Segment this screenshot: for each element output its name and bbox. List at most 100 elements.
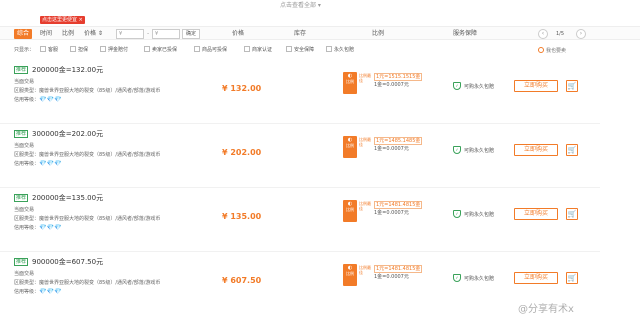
filter-option-label: 客服: [48, 47, 59, 53]
cart-icon[interactable]: 🛒: [566, 144, 578, 156]
promo-badge[interactable]: 点击这里更便宜 ×: [40, 16, 85, 24]
ratio-yuan-to-gold: 1元=1485.1485金: [374, 137, 423, 145]
buy-now-button[interactable]: 立即购买: [514, 208, 558, 220]
listing-price: ¥ 607.50: [222, 276, 262, 285]
listing-price: ¥ 132.00: [222, 84, 262, 93]
tab-default[interactable]: 综合: [14, 29, 33, 39]
recommend-tag: 推荐: [14, 258, 29, 266]
checkbox[interactable]: [40, 46, 46, 52]
prev-page-button[interactable]: ‹: [538, 29, 548, 39]
ratio-badge: ◐ 比例: [343, 72, 357, 94]
tab-price-sort[interactable]: 价格 ⇕: [84, 29, 103, 39]
ratio-badge-label: 比例: [346, 79, 354, 84]
shield-icon: ✓: [453, 274, 461, 282]
shield-icon: ✓: [453, 210, 461, 218]
region-type: 区服类型：魔兽世界亚服大地的裂变（85级）/通风者/部落/游戏币: [14, 152, 161, 158]
listing-row: 推荐 200000金=132.00元 当面交易 区服类型：魔兽世界亚服大地的裂变…: [0, 62, 600, 124]
filter-option[interactable]: 担保: [70, 46, 88, 54]
sort-bar: 综合 时间 比例 价格 ⇕ ¥ - ¥ 确定 价格 库存 比例 服务保障 ‹ 1…: [0, 26, 640, 40]
listing-title[interactable]: 900000金=607.50元: [32, 257, 103, 267]
listing-price: ¥ 202.00: [222, 148, 262, 157]
next-page-button[interactable]: ›: [576, 29, 586, 39]
ratio-gold-to-yuan: 1金=0.0007元: [374, 274, 409, 280]
checkbox[interactable]: [286, 46, 292, 52]
listing-row: 推荐 300000金=202.00元 当面交易 区服类型：魔兽世界亚服大地的裂变…: [0, 126, 600, 188]
sell-link[interactable]: 我也要卖: [538, 47, 566, 55]
column-stock: 库存: [294, 30, 307, 37]
tab-time[interactable]: 时间: [40, 29, 52, 39]
buy-now-button[interactable]: 立即购买: [514, 272, 558, 284]
recommend-tag: 推荐: [14, 66, 29, 74]
guarantee-text: 可购永久包赔: [464, 212, 495, 218]
credit-label: 信用等级：: [14, 97, 40, 103]
shield-icon: ✓: [453, 146, 461, 154]
tab-ratio[interactable]: 比例: [62, 29, 74, 39]
ratio-best-label: 比例最佳: [359, 137, 371, 147]
credit-level: 信用等级：💎💎💎: [14, 288, 61, 295]
max-price-input[interactable]: ¥: [152, 29, 180, 39]
checkbox[interactable]: [70, 46, 76, 52]
trade-type: 当面交易: [14, 271, 35, 277]
filter-option[interactable]: 客服: [40, 46, 58, 54]
listing-row: 推荐 200000金=135.00元 当面交易 区服类型：魔兽世界亚服大地的裂变…: [0, 190, 600, 252]
cart-icon[interactable]: 🛒: [566, 272, 578, 284]
cart-icon[interactable]: 🛒: [566, 80, 578, 92]
trade-type: 当面交易: [14, 79, 35, 85]
shield-icon: ✓: [453, 82, 461, 90]
buy-now-button[interactable]: 立即购买: [514, 144, 558, 156]
expand-all-link[interactable]: 点击查看全部 ▾: [280, 0, 321, 9]
listing-title[interactable]: 200000金=132.00元: [32, 65, 103, 75]
ratio-badge-label: 比例: [346, 143, 354, 148]
checkbox[interactable]: [144, 46, 150, 52]
ratio-best-label: 比例最佳: [359, 73, 371, 83]
filter-option-label: 商家认证: [252, 47, 273, 53]
sell-link-label: 我也要卖: [546, 48, 567, 54]
checkbox[interactable]: [194, 46, 200, 52]
guarantee-text: 可购永久包赔: [464, 148, 495, 154]
recommend-tag: 推荐: [14, 194, 29, 202]
checkbox[interactable]: [244, 46, 250, 52]
ratio-gold-to-yuan: 1金=0.0007元: [374, 82, 409, 88]
diamond-icon: 💎💎💎: [39, 288, 62, 295]
top-bar: 点击查看全部 ▾: [0, 0, 640, 9]
listing-row: 推荐 900000金=607.50元 当面交易 区服类型：魔兽世界亚服大地的裂变…: [0, 254, 600, 316]
ratio-yuan-to-gold: 1元=1481.4815金: [374, 201, 423, 209]
buy-now-button[interactable]: 立即购买: [514, 80, 558, 92]
ratio-gold-to-yuan: 1金=0.0007元: [374, 146, 409, 152]
filter-option-label: 永久包赔: [334, 47, 355, 53]
credit-label: 信用等级：: [14, 161, 40, 167]
filter-option[interactable]: 安全保障: [286, 46, 314, 54]
region-type: 区服类型：魔兽世界亚服大地的裂变（85级）/通风者/部落/游戏币: [14, 88, 161, 94]
ratio-best-label: 比例最佳: [359, 265, 371, 275]
diamond-icon: 💎💎💎: [39, 160, 62, 167]
ratio-badge: ◐ 比例: [343, 200, 357, 222]
credit-level: 信用等级：💎💎💎: [14, 160, 61, 167]
ratio-badge-label: 比例: [346, 271, 354, 276]
filter-option[interactable]: 卖家已投保: [144, 46, 177, 54]
listing-price: ¥ 135.00: [222, 212, 262, 221]
filter-option[interactable]: 押金赔付: [100, 46, 128, 54]
diamond-icon: 💎💎💎: [39, 224, 62, 231]
show-only-label: 只显示：: [14, 47, 35, 53]
filter-option-label: 商品可投保: [202, 47, 228, 53]
column-ratio: 比例: [372, 30, 385, 37]
column-price: 价格: [232, 30, 245, 37]
filter-option-label: 卖家已投保: [152, 47, 178, 53]
ratio-gold-to-yuan: 1金=0.0007元: [374, 210, 409, 216]
min-price-input[interactable]: ¥: [116, 29, 144, 39]
checkbox[interactable]: [326, 46, 332, 52]
checkbox[interactable]: [100, 46, 106, 52]
listing-title[interactable]: 200000金=135.00元: [32, 193, 103, 203]
filter-option[interactable]: 商品可投保: [194, 46, 227, 54]
ratio-best-label: 比例最佳: [359, 201, 371, 211]
ratio-badge: ◐ 比例: [343, 136, 357, 158]
guarantee-text: 可购永久包赔: [464, 84, 495, 90]
confirm-price-button[interactable]: 确定: [182, 29, 201, 39]
filter-option[interactable]: 永久包赔: [326, 46, 354, 54]
filter-option-label: 押金赔付: [108, 47, 129, 53]
diamond-icon: 💎💎💎: [39, 96, 62, 103]
filter-option[interactable]: 商家认证: [244, 46, 272, 54]
listing-title[interactable]: 300000金=202.00元: [32, 129, 103, 139]
cart-icon[interactable]: 🛒: [566, 208, 578, 220]
credit-level: 信用等级：💎💎💎: [14, 224, 61, 231]
